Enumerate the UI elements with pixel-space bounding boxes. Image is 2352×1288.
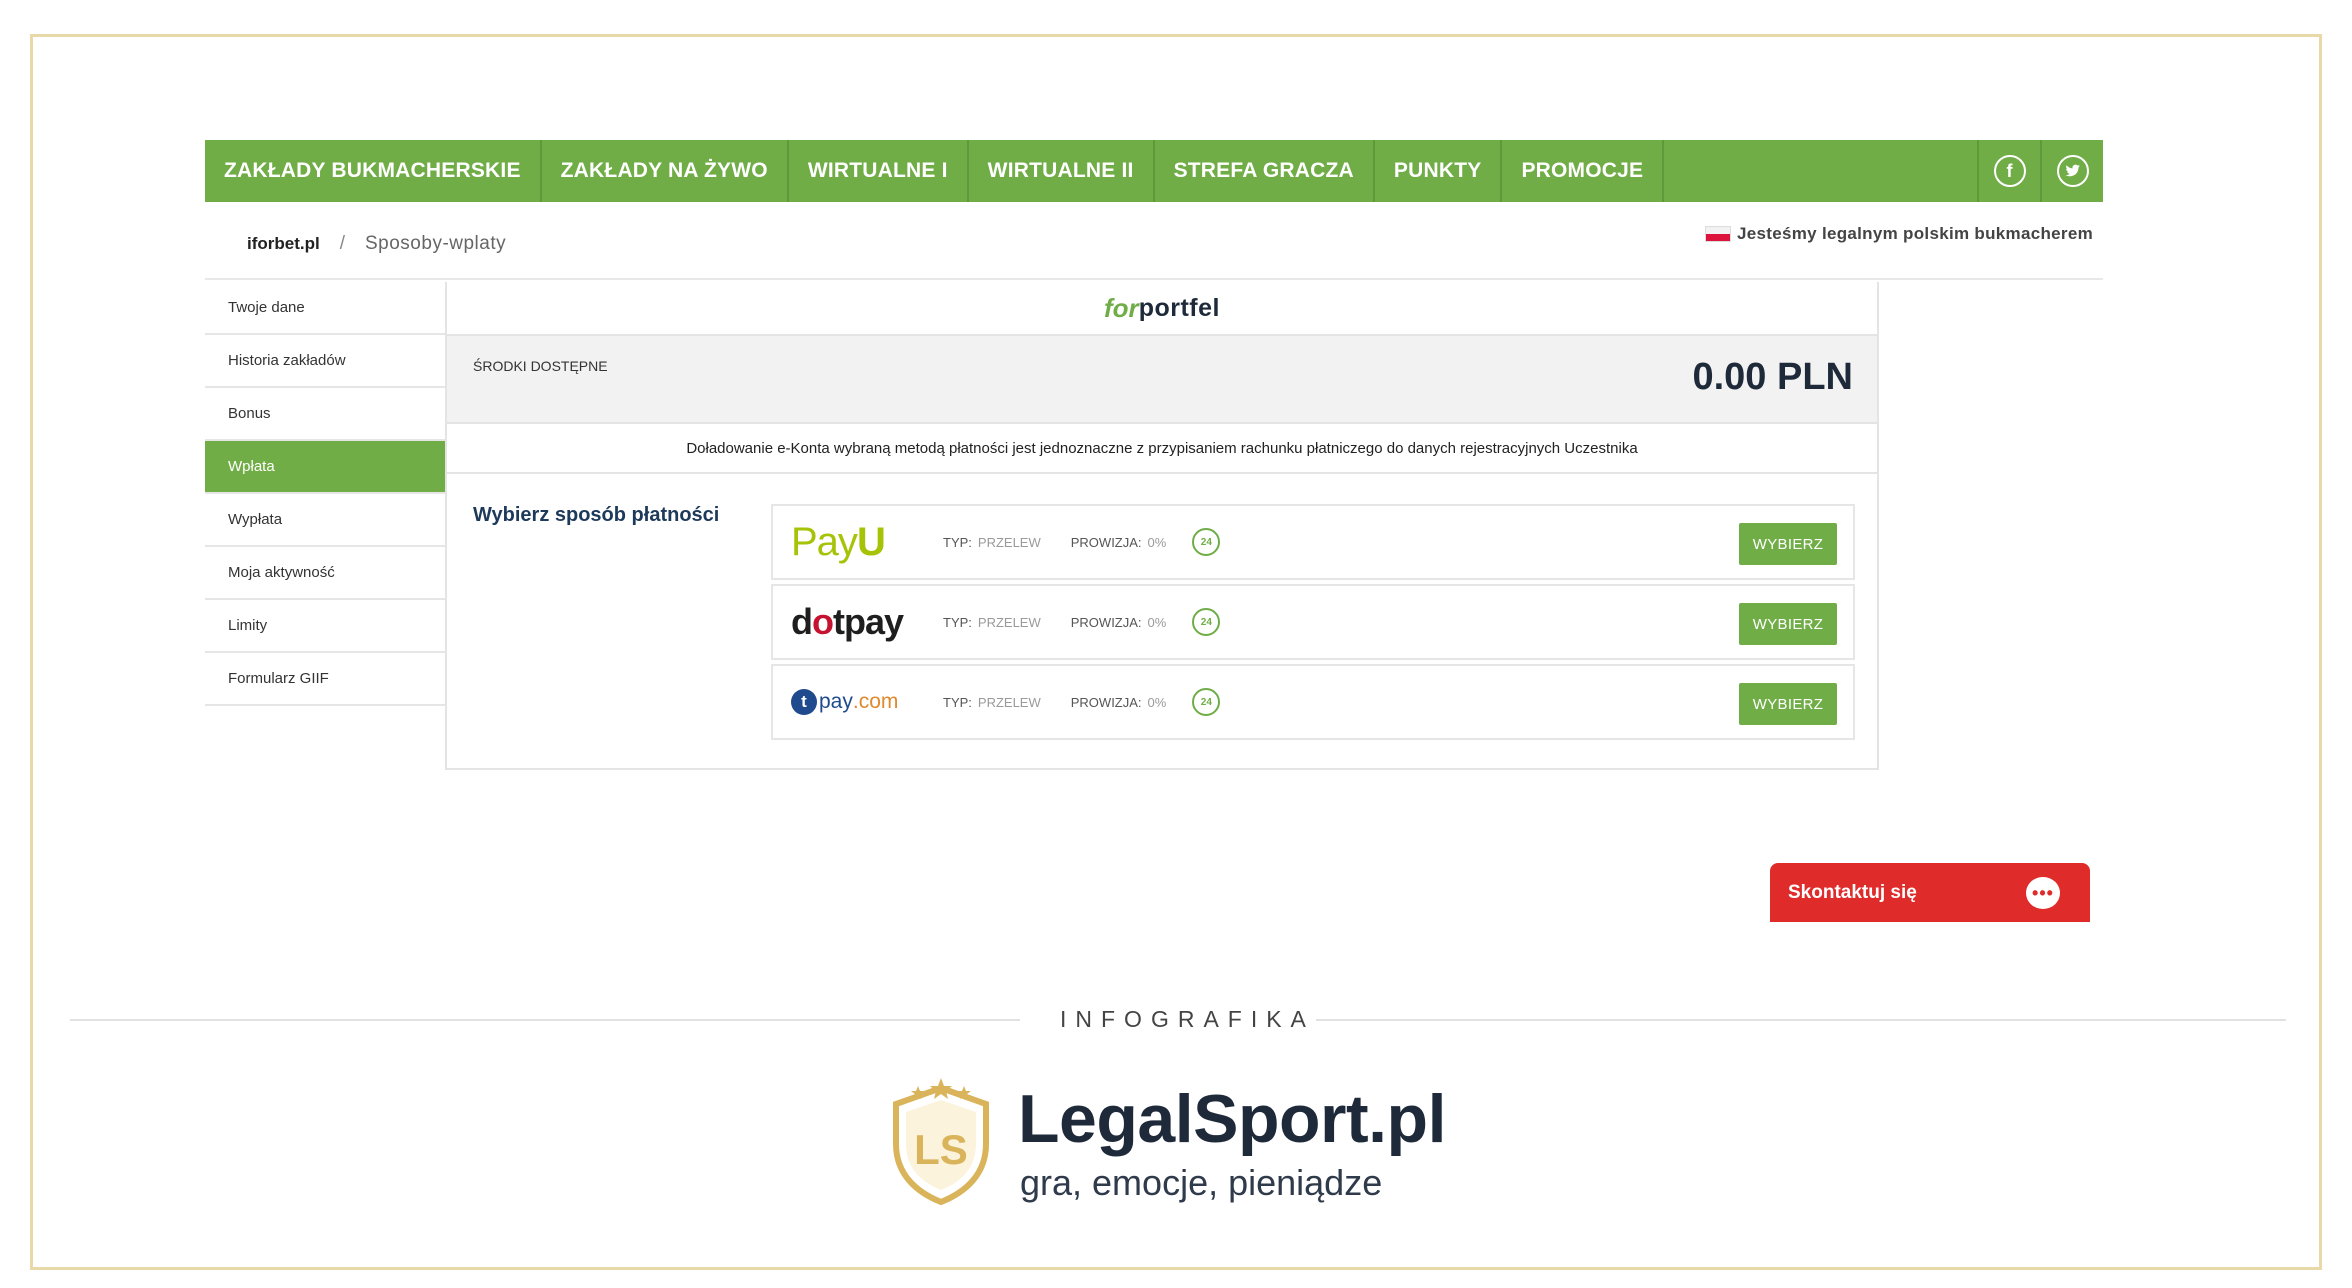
wallet-panel: for portfel ŚRODKI DOSTĘPNE 0.00 PLN Doła… [445, 282, 1879, 770]
dotpay-logo-a: d [791, 601, 813, 642]
fee-label: PROWIZJA: [1070, 534, 1142, 550]
clock-24h-icon: 24 [1192, 688, 1221, 716]
payu-logo: PayU [773, 520, 923, 565]
divider-right [1316, 1019, 2286, 1021]
breadcrumb-current: Sposoby-wplaty [365, 233, 507, 254]
nav-item-zaklady-bukmacherskie[interactable]: ZAKŁADY BUKMACHERSKIE [205, 140, 542, 202]
balance-box: ŚRODKI DOSTĘPNE 0.00 PLN [447, 336, 1877, 424]
tpay-logo-a: t [791, 689, 817, 715]
type-label: TYP: [943, 614, 972, 630]
sidebar-item-wyplata[interactable]: Wypłata [205, 494, 445, 547]
legal-note-text: Jesteśmy legalnym polskim bukmacherem [1737, 224, 2093, 243]
clock-24h-icon: 24 [1192, 608, 1221, 636]
nav-item-punkty[interactable]: PUNKTY [1375, 140, 1503, 202]
facebook-icon: f [1993, 155, 2026, 187]
legalsport-shield-icon: LS [893, 1078, 989, 1206]
deposit-notice: Doładowanie e-Konta wybraną metodą płatn… [447, 424, 1877, 474]
payment-methods-list: PayU TYP: PRZELEW PROWIZJA: 0% 24 WYBIER… [771, 504, 1855, 744]
infographic-label: INFOGRAFIKA [1060, 1006, 1315, 1032]
payment-method-payu: PayU TYP: PRZELEW PROWIZJA: 0% 24 WYBIER… [771, 504, 1855, 580]
sidebar-item-moja-aktywnosc[interactable]: Moja aktywność [205, 547, 445, 600]
logo-for: for [1104, 292, 1139, 323]
main-nav: ZAKŁADY BUKMACHERSKIE ZAKŁADY NA ŻYWO WI… [205, 140, 2103, 202]
breadcrumb-separator: / [339, 233, 345, 254]
fee-value: 0% [1147, 614, 1167, 630]
brand-name: LegalSport.pl [1018, 1081, 1446, 1157]
tpay-logo: t pay .com [773, 689, 923, 715]
type-value: PRZELEW [977, 534, 1041, 550]
type-value: PRZELEW [977, 694, 1041, 710]
payment-method-tpay: t pay .com TYP: PRZELEW PROWIZJA: 0% 24 WY… [771, 664, 1855, 740]
forportfel-logo: for portfel [447, 282, 1877, 336]
sidebar-item-formularz-giif[interactable]: Formularz GIIF [205, 653, 445, 706]
brand-tagline: gra, emocje, pieniądze [1020, 1162, 1383, 1203]
fee-label: PROWIZJA: [1070, 614, 1142, 630]
fee-value: 0% [1147, 534, 1167, 550]
shield-letters: LS [914, 1126, 968, 1173]
payu-logo-b: U [856, 519, 886, 564]
payu-logo-a: Pay [791, 519, 858, 564]
payment-method-title: Wybierz sposób płatności [473, 504, 720, 526]
dotpay-logo: dotpay [773, 601, 923, 643]
balance-label: ŚRODKI DOSTĘPNE [473, 358, 608, 374]
nav-item-wirtualne-2[interactable]: WIRTUALNE II [969, 140, 1155, 202]
select-payu-button[interactable]: WYBIERZ [1739, 523, 1837, 565]
balance-amount: 0.00 PLN [1692, 356, 1853, 398]
contact-widget[interactable]: Skontaktuj się ••• [1770, 863, 2090, 922]
divider-left [70, 1019, 1020, 1021]
sidebar-item-historia-zakladow[interactable]: Historia zakładów [205, 335, 445, 388]
nav-item-zaklady-na-zywo[interactable]: ZAKŁADY NA ŻYWO [542, 140, 789, 202]
sidebar-item-twoje-dane[interactable]: Twoje dane [205, 282, 445, 335]
twitter-icon [2056, 155, 2089, 187]
chat-bubble-icon: ••• [2026, 877, 2060, 909]
sidebar-item-bonus[interactable]: Bonus [205, 388, 445, 441]
tpay-logo-c: .com [852, 690, 899, 713]
breadcrumb: iforbet.pl / Sposoby-wplaty Jesteśmy leg… [205, 210, 2103, 280]
select-dotpay-button[interactable]: WYBIERZ [1739, 603, 1837, 645]
payment-method-dotpay: dotpay TYP: PRZELEW PROWIZJA: 0% 24 WYBI… [771, 584, 1855, 660]
fee-value: 0% [1147, 694, 1167, 710]
sidebar-item-limity[interactable]: Limity [205, 600, 445, 653]
account-sidebar: Twoje dane Historia zakładów Bonus Wpłat… [205, 282, 445, 706]
type-label: TYP: [943, 534, 972, 550]
facebook-link[interactable]: f [1977, 140, 2040, 202]
nav-item-promocje[interactable]: PROMOCJE [1502, 140, 1665, 202]
type-label: TYP: [943, 694, 972, 710]
dotpay-logo-dot: o [812, 601, 834, 642]
select-tpay-button[interactable]: WYBIERZ [1739, 683, 1837, 725]
sidebar-item-wplata[interactable]: Wpłata [205, 441, 445, 494]
logo-portfel: portfel [1138, 293, 1220, 322]
nav-item-wirtualne-1[interactable]: WIRTUALNE I [789, 140, 969, 202]
clock-24h-icon: 24 [1192, 528, 1221, 556]
polish-flag-icon [1705, 226, 1732, 242]
legal-bookmaker-note: Jesteśmy legalnym polskim bukmacherem [1705, 224, 2093, 244]
tpay-logo-b: pay [819, 690, 853, 713]
nav-item-strefa-gracza[interactable]: STREFA GRACZA [1155, 140, 1375, 202]
twitter-link[interactable] [2040, 140, 2103, 202]
contact-label: Skontaktuj się [1788, 881, 1917, 903]
breadcrumb-home-link[interactable]: iforbet.pl [247, 234, 320, 254]
dotpay-logo-b: tpay [833, 601, 904, 642]
fee-label: PROWIZJA: [1070, 694, 1142, 710]
type-value: PRZELEW [977, 614, 1041, 630]
